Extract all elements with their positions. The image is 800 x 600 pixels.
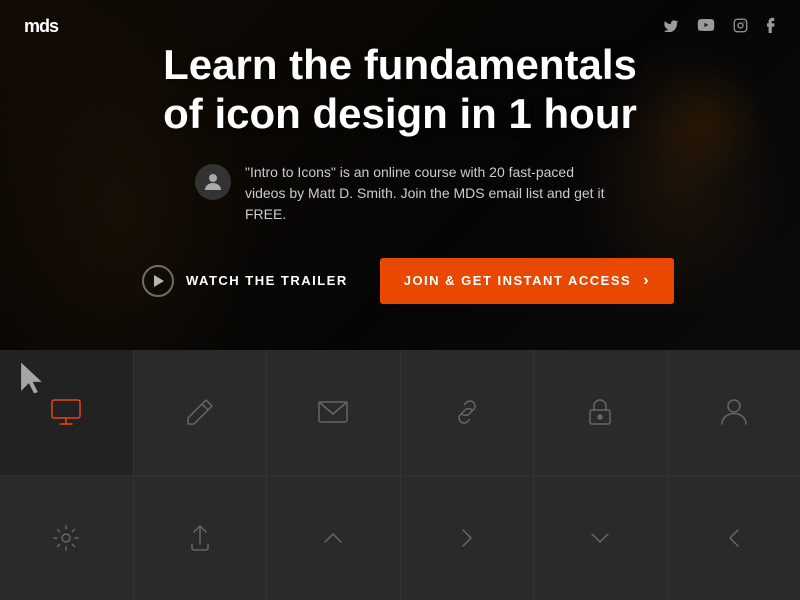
arrow-right-icon: › <box>643 272 650 290</box>
upload-icon-cell[interactable] <box>134 476 268 600</box>
edit-icon-cell[interactable] <box>134 350 268 475</box>
hero-content: Learn the fundamentals of icon design in… <box>66 41 734 309</box>
facebook-icon[interactable] <box>766 17 776 36</box>
watch-trailer-label: WATCH THE TRAILER <box>186 273 348 288</box>
navbar: mds <box>0 0 800 53</box>
icon-row-2 <box>0 476 800 600</box>
logo: mds <box>24 16 58 37</box>
instagram-icon[interactable] <box>733 18 748 36</box>
mail-icon <box>315 394 351 430</box>
upload-icon <box>182 520 218 556</box>
chevron-right-icon-cell[interactable] <box>401 476 535 600</box>
hero-description-text: "Intro to Icons" is an online course wit… <box>245 162 605 225</box>
hero-description-block: "Intro to Icons" is an online course wit… <box>126 162 674 225</box>
screen-icon <box>48 394 84 430</box>
screen-icon-cell[interactable] <box>0 350 134 475</box>
chevron-right-icon <box>449 520 485 556</box>
chevron-up-icon <box>315 520 351 556</box>
avatar <box>195 164 231 200</box>
hero-title: Learn the fundamentals of icon design in… <box>126 41 674 138</box>
social-links <box>663 17 776 36</box>
settings-icon <box>48 520 84 556</box>
play-icon <box>142 265 174 297</box>
settings-icon-cell[interactable] <box>0 476 134 600</box>
youtube-icon[interactable] <box>697 18 715 35</box>
icon-row-1 <box>0 350 800 476</box>
chevron-left-icon <box>716 520 752 556</box>
mail-icon-cell[interactable] <box>267 350 401 475</box>
chevron-left-icon-cell[interactable] <box>668 476 800 600</box>
lock-icon <box>582 394 618 430</box>
icon-grid-section <box>0 350 800 600</box>
user-icon-cell[interactable] <box>668 350 800 475</box>
chevron-down-icon-cell[interactable] <box>534 476 668 600</box>
edit-icon <box>182 394 218 430</box>
link-icon-cell[interactable] <box>401 350 535 475</box>
link-icon <box>449 394 485 430</box>
twitter-icon[interactable] <box>663 18 679 35</box>
chevron-up-icon-cell[interactable] <box>267 476 401 600</box>
user-icon <box>716 394 752 430</box>
chevron-down-icon <box>582 520 618 556</box>
hero-buttons: WATCH THE TRAILER JOIN & GET INSTANT ACC… <box>126 253 674 309</box>
join-label: JOIN & GET INSTANT ACCESS <box>404 273 631 288</box>
lock-icon-cell[interactable] <box>534 350 668 475</box>
join-button[interactable]: JOIN & GET INSTANT ACCESS › <box>380 258 674 304</box>
watch-trailer-button[interactable]: WATCH THE TRAILER <box>126 253 364 309</box>
